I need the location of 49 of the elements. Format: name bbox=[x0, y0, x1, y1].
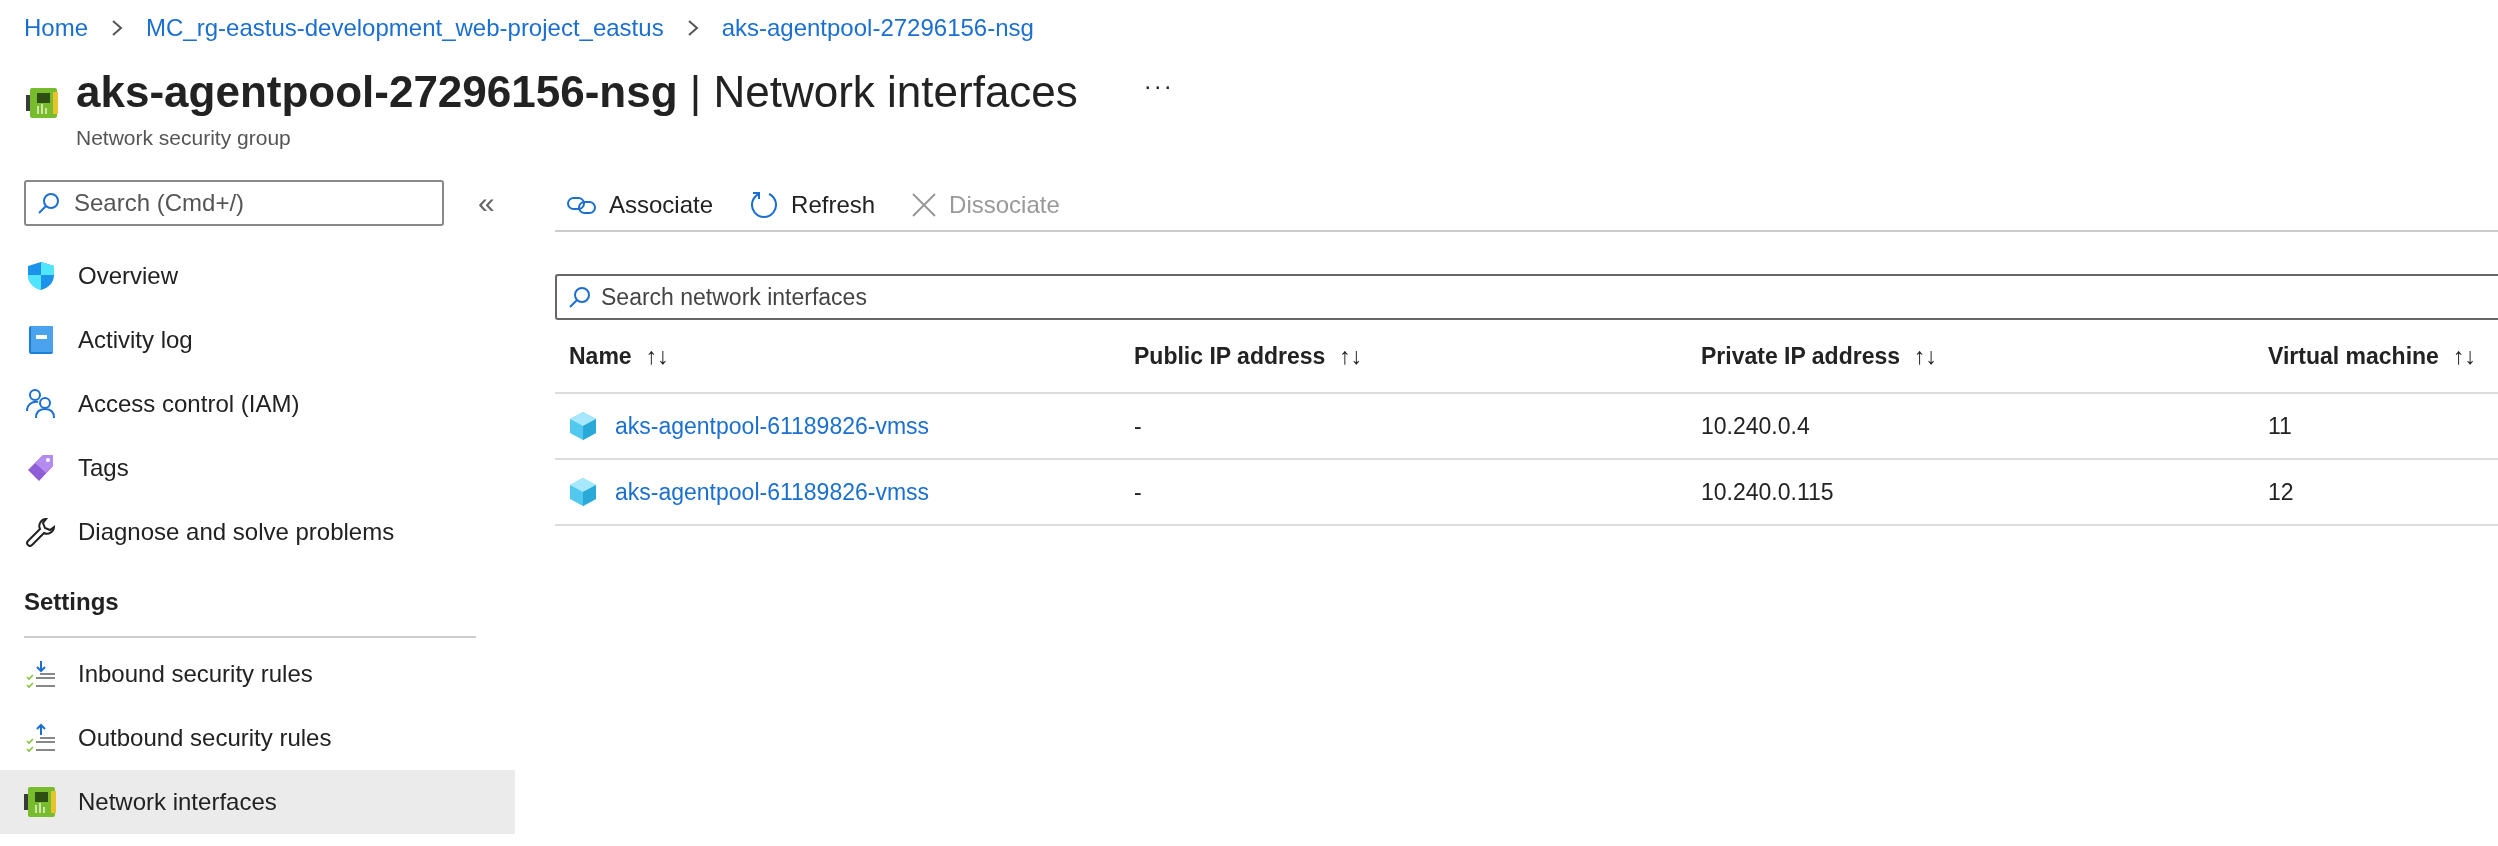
chevron-icon bbox=[110, 19, 125, 37]
collapse-button[interactable]: « bbox=[478, 186, 495, 220]
more-button[interactable]: ··· bbox=[1143, 72, 1174, 100]
shield-icon bbox=[27, 261, 55, 291]
outbound-rules-icon bbox=[26, 723, 56, 753]
sidebar-item[interactable]: Access control (IAM) bbox=[0, 372, 515, 436]
column-header[interactable]: Name ↑↓ bbox=[555, 320, 1120, 393]
sidebar-item[interactable]: Diagnose and solve problems bbox=[0, 500, 515, 564]
table-cell: - bbox=[1120, 393, 1687, 459]
breadcrumb-link[interactable]: MC_rg-eastus-development_web-project_eastus bbox=[146, 14, 664, 42]
column-header[interactable]: Private IP address ↑↓ bbox=[1687, 320, 2254, 393]
toolbar-button[interactable]: Associate bbox=[567, 191, 714, 219]
search-field[interactable]: Search network interfaces bbox=[555, 274, 2498, 320]
breadcrumb-link[interactable]: aks-agentpool-27296156-nsg bbox=[721, 14, 1034, 42]
sidebar-item[interactable]: Network interfaces bbox=[0, 770, 515, 834]
sidebar-item[interactable]: Overview bbox=[0, 244, 515, 308]
table-cell: 10.240.0.115 bbox=[1687, 459, 2254, 525]
table-link[interactable]: aks-agentpool-61189826-vmss bbox=[615, 412, 930, 440]
sidebar-item[interactable]: Inbound security rules bbox=[0, 642, 515, 706]
book-icon bbox=[28, 325, 54, 355]
page-subtitle: Network security group bbox=[76, 126, 292, 150]
refresh-icon bbox=[749, 190, 780, 220]
sidebar-item[interactable]: Tags bbox=[0, 436, 515, 500]
breadcrumb-link[interactable]: Home bbox=[24, 14, 89, 42]
search-field[interactable]: Search (Cmd+/) bbox=[24, 180, 444, 226]
tag-icon bbox=[27, 454, 55, 482]
sidebar-item[interactable]: Outbound security rules bbox=[0, 706, 515, 770]
close-icon bbox=[911, 192, 938, 218]
table-cell: 12 bbox=[2254, 459, 2498, 525]
network-card-icon bbox=[26, 86, 60, 120]
cube-icon bbox=[569, 477, 597, 507]
toolbar-button[interactable]: Refresh bbox=[749, 190, 876, 220]
table-cell: 11 bbox=[2254, 393, 2498, 459]
people-icon bbox=[26, 389, 56, 419]
table-cell: - bbox=[1120, 459, 1687, 525]
column-header[interactable]: Virtual machine ↑↓ bbox=[2254, 320, 2498, 393]
inbound-rules-icon bbox=[26, 659, 56, 689]
table-link[interactable]: aks-agentpool-61189826-vmss bbox=[615, 478, 930, 506]
page-title: aks-agentpool-27296156-nsg | Network interfaces bbox=[76, 66, 1078, 118]
section-heading: Settings bbox=[23, 587, 120, 617]
network-card-icon bbox=[24, 785, 58, 819]
link-icon bbox=[567, 194, 597, 216]
wrench-icon bbox=[26, 517, 56, 547]
sidebar-item[interactable]: Activity log bbox=[0, 308, 515, 372]
table-cell: 10.240.0.4 bbox=[1687, 393, 2254, 459]
search-icon bbox=[38, 192, 60, 214]
search-icon bbox=[569, 286, 591, 308]
column-header[interactable]: Public IP address ↑↓ bbox=[1120, 320, 1687, 393]
cube-icon bbox=[569, 411, 597, 441]
